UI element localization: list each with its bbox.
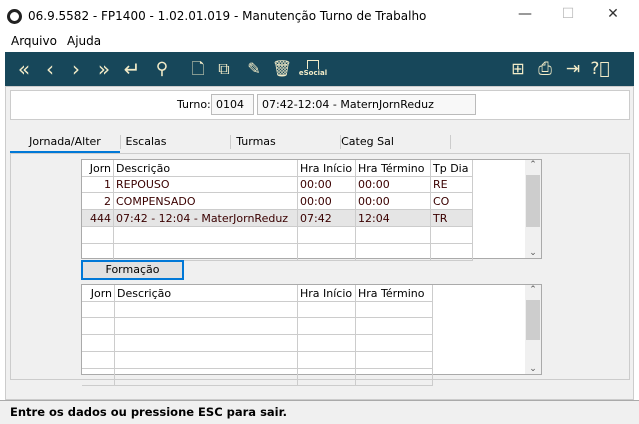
table-cell[interactable]	[114, 244, 298, 261]
table-cell[interactable]: RE	[431, 176, 473, 193]
grid1-scrollbar[interactable]: ⌃ ⌄	[525, 160, 541, 258]
table-cell[interactable]	[298, 335, 356, 352]
tab-categ-sal[interactable]: Categ Sal	[340, 135, 395, 153]
window-title: 06.9.5582 - FP1400 - 1.02.01.019 - Manut…	[28, 9, 427, 23]
table-cell[interactable]	[115, 352, 298, 369]
next-icon[interactable]: ›	[65, 56, 87, 82]
table-cell[interactable]	[356, 244, 431, 261]
table-cell[interactable]	[298, 301, 356, 318]
tab-escalas[interactable]: Escalas	[120, 135, 172, 153]
delete-icon[interactable]: 🗑	[271, 56, 293, 82]
table-cell[interactable]: TR	[431, 210, 473, 227]
enter-icon[interactable]: ↵	[119, 56, 145, 82]
maximize-button[interactable]: ☐	[558, 6, 578, 26]
column-header: Descrição	[114, 160, 298, 177]
turno-label: Turno:	[177, 98, 211, 111]
exit-icon[interactable]: ⇥	[561, 56, 585, 82]
table-cell[interactable]: 07:42	[298, 210, 356, 227]
table-cell[interactable]: 1	[82, 176, 114, 193]
table-cell[interactable]	[356, 301, 433, 318]
table-cell[interactable]	[298, 244, 356, 261]
table-cell[interactable]	[356, 369, 433, 386]
tree-icon[interactable]: ⊞	[507, 56, 529, 82]
table-cell[interactable]	[115, 301, 298, 318]
menu-bar: Arquivo Ajuda	[0, 32, 639, 50]
tab-divider	[450, 135, 451, 149]
table-cell[interactable]	[115, 335, 298, 352]
edit-icon[interactable]: ✎	[243, 56, 265, 82]
table-cell[interactable]	[356, 227, 431, 244]
table-cell[interactable]	[115, 369, 298, 386]
column-header: Jorn	[82, 285, 115, 302]
copy-icon[interactable]: ⧉	[213, 56, 235, 82]
menu-arquivo[interactable]: Arquivo	[11, 34, 57, 48]
table-cell[interactable]	[298, 369, 356, 386]
previous-icon[interactable]: ‹	[39, 56, 61, 82]
minimize-button[interactable]: —	[515, 6, 535, 26]
table-cell[interactable]: 00:00	[356, 176, 431, 193]
table-cell[interactable]	[298, 318, 356, 335]
print-icon[interactable]: ⎙	[533, 56, 557, 82]
close-button[interactable]: ✕	[603, 6, 623, 26]
table-cell[interactable]	[82, 244, 114, 261]
column-header: Tp Dia	[431, 160, 473, 177]
table-cell[interactable]: REPOUSO	[114, 176, 298, 193]
turno-description-field: 07:42-12:04 - MaternJornReduz	[257, 94, 476, 115]
esocial-icon[interactable]: eSocial	[298, 60, 328, 82]
new-icon[interactable]: 🗋	[187, 56, 209, 82]
formacao-grid[interactable]: Jorn Descrição Hra Início Hra Término	[81, 284, 542, 386]
turno-code-field[interactable]: 0104	[211, 94, 254, 115]
table-cell[interactable]	[82, 335, 115, 352]
tab-turmas[interactable]: Turmas	[230, 135, 282, 153]
status-bar: Entre os dados ou pressione ESC para sai…	[0, 400, 639, 424]
table-cell[interactable]	[82, 318, 115, 335]
table-cell[interactable]: 00:00	[298, 176, 356, 193]
table-cell[interactable]	[82, 352, 115, 369]
column-header: Hra Início	[298, 285, 356, 302]
help-icon[interactable]: ?⃝	[589, 56, 611, 82]
first-icon[interactable]: «	[11, 56, 37, 82]
table-cell[interactable]	[114, 227, 298, 244]
table-cell[interactable]	[298, 227, 356, 244]
table-cell[interactable]: 12:04	[356, 210, 431, 227]
column-header: Hra Término	[356, 285, 433, 302]
table-cell[interactable]: 444	[82, 210, 114, 227]
table-cell[interactable]: COMPENSADO	[114, 193, 298, 210]
tab-jornada-alter[interactable]: Jornada/Alter	[10, 135, 120, 153]
esocial-label: eSocial	[298, 69, 328, 77]
table-cell[interactable]: 00:00	[298, 193, 356, 210]
formacao-button[interactable]: Formação	[81, 260, 184, 280]
table-cell[interactable]: 07:42 - 12:04 - MaterJornReduz	[114, 210, 298, 227]
column-header: Descrição	[115, 285, 298, 302]
table-cell[interactable]	[82, 227, 114, 244]
grid1-scroll-thumb[interactable]	[526, 175, 540, 227]
title-bar: 06.9.5582 - FP1400 - 1.02.01.019 - Manut…	[0, 0, 639, 32]
column-header: Jorn	[82, 160, 114, 177]
table-cell[interactable]: CO	[431, 193, 473, 210]
turno-panel: Turno: 0104 07:42-12:04 - MaternJornRedu…	[10, 90, 630, 120]
column-header: Hra Início	[298, 160, 356, 177]
table-cell[interactable]	[298, 352, 356, 369]
table-cell[interactable]	[431, 244, 473, 261]
table-cell[interactable]: 2	[82, 193, 114, 210]
table-cell[interactable]	[356, 318, 433, 335]
app-icon	[7, 9, 22, 24]
table-cell[interactable]: 00:00	[356, 193, 431, 210]
table-cell[interactable]	[82, 369, 115, 386]
table-cell[interactable]	[356, 352, 433, 369]
last-icon[interactable]: »	[91, 56, 117, 82]
search-icon[interactable]: ⚲	[151, 56, 173, 82]
jornada-grid[interactable]: Jorn Descrição Hra Início Hra Término Tp Dia…	[81, 159, 542, 261]
table-cell[interactable]	[431, 227, 473, 244]
table-cell[interactable]	[356, 335, 433, 352]
column-header: Hra Término	[356, 160, 431, 177]
table-cell[interactable]	[115, 318, 298, 335]
toolbar: « ‹ › » ↵ ⚲ 🗋 ⧉ ✎ 🗑 eSocial ⊞ ⎙ ⇥ ?⃝	[5, 52, 634, 86]
grid2-scrollbar[interactable]: ⌃ ⌄	[525, 285, 541, 374]
menu-ajuda[interactable]: Ajuda	[67, 34, 101, 48]
grid2-scroll-thumb[interactable]	[526, 300, 540, 340]
table-cell[interactable]	[82, 301, 115, 318]
